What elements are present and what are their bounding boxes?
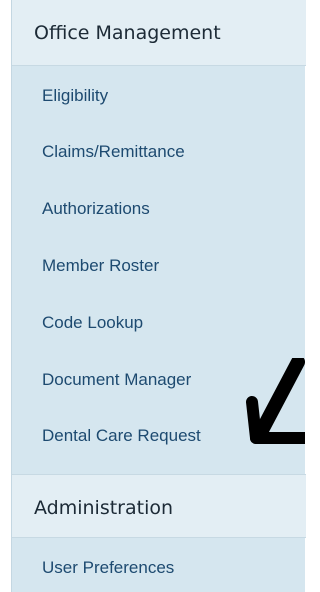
section-title: Office Management xyxy=(34,22,221,44)
nav-link-document-manager[interactable]: Document Manager xyxy=(42,370,191,390)
section-header-administration: Administration xyxy=(12,474,306,538)
nav-link-dental-care-request[interactable]: Dental Care Request xyxy=(42,426,201,446)
section-title: Administration xyxy=(34,497,174,519)
nav-link-authorizations[interactable]: Authorizations xyxy=(42,199,150,219)
nav-link-user-preferences[interactable]: User Preferences xyxy=(42,558,174,578)
nav-link-eligibility[interactable]: Eligibility xyxy=(42,86,108,106)
nav-link-claims-remittance[interactable]: Claims/Remittance xyxy=(42,142,185,162)
nav-link-code-lookup[interactable]: Code Lookup xyxy=(42,313,143,333)
sidebar-nav: Office Management Eligibility Claims/Rem… xyxy=(11,0,306,592)
section-header-office-management: Office Management xyxy=(12,0,306,66)
nav-link-member-roster[interactable]: Member Roster xyxy=(42,256,159,276)
arrow-icon xyxy=(246,358,305,446)
